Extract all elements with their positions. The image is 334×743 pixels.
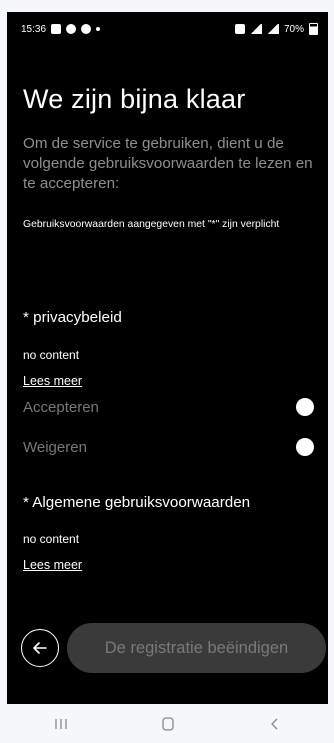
wifi-icon: [249, 24, 262, 34]
required-note: Gebruiksvoorwaarden aangegeven met "*" z…: [23, 219, 280, 230]
recent-apps-button[interactable]: [41, 712, 81, 736]
gallery-icon: [51, 24, 62, 34]
home-icon: [161, 716, 174, 731]
privacy-accept-option[interactable]: Accepteren: [23, 398, 314, 416]
status-right: 70%: [234, 23, 318, 35]
cloud-icon: [81, 24, 92, 34]
status-bar: 15:36 70%: [7, 12, 328, 46]
terms-read-more-link[interactable]: Lees meer: [23, 558, 82, 572]
system-nav-bar: [7, 704, 328, 743]
battery-percent: 70%: [283, 23, 304, 35]
arrow-left-icon: [33, 642, 47, 654]
status-left: 15:36: [21, 23, 101, 35]
recent-apps-icon: [54, 718, 67, 729]
privacy-decline-radio[interactable]: [296, 438, 314, 456]
terms-content: no content: [23, 532, 80, 546]
privacy-decline-option[interactable]: Weigeren: [23, 438, 314, 456]
privacy-accept-radio[interactable]: [296, 398, 314, 416]
settings-icon: [66, 24, 77, 34]
back-icon: [270, 718, 277, 729]
signal-icon: [266, 24, 279, 34]
dot-icon: [96, 27, 101, 31]
home-button[interactable]: [148, 712, 188, 736]
status-time: 15:36: [21, 23, 47, 35]
battery-icon: [309, 23, 318, 35]
alarm-icon: [234, 24, 245, 34]
finish-registration-button[interactable]: De registratie beëindigen: [67, 623, 326, 673]
back-button[interactable]: [21, 629, 59, 667]
privacy-content: no content: [23, 348, 80, 362]
privacy-accept-label: Accepteren: [23, 398, 99, 416]
privacy-read-more-link[interactable]: Lees meer: [23, 374, 82, 388]
terms-title: * Algemene gebruiksvoorwaarden: [23, 494, 251, 511]
nav-back-button[interactable]: [255, 712, 295, 736]
bottom-action-bar: De registratie beëindigen: [21, 622, 326, 674]
app-screen: 15:36 70% We zijn bijna klaar Om de serv…: [7, 12, 328, 704]
privacy-title: * privacybeleid: [23, 309, 122, 326]
privacy-decline-label: Weigeren: [23, 438, 87, 456]
intro-text: Om de service te gebruiken, dient u de v…: [23, 135, 313, 192]
page-title: We zijn bijna klaar: [23, 84, 246, 114]
